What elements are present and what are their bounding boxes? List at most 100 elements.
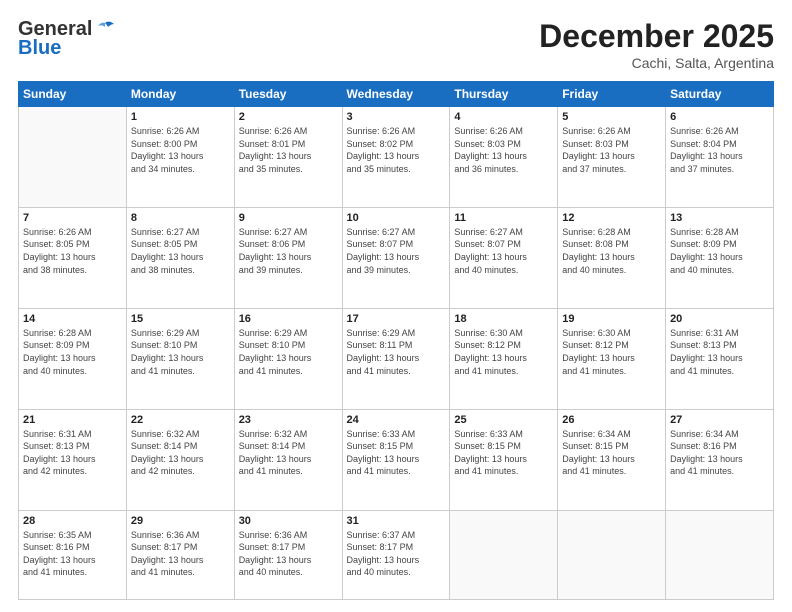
subtitle: Cachi, Salta, Argentina xyxy=(539,55,774,71)
day-info: Sunrise: 6:26 AM Sunset: 8:03 PM Dayligh… xyxy=(454,125,553,175)
day-of-week-header: Friday xyxy=(558,82,666,107)
day-number: 10 xyxy=(347,212,446,224)
calendar-day-cell: 18 Sunrise: 6:30 AM Sunset: 8:12 PM Dayli… xyxy=(450,308,558,409)
calendar-day-cell: 12 Sunrise: 6:28 AM Sunset: 8:08 PM Dayli… xyxy=(558,207,666,308)
day-info: Sunrise: 6:34 AM Sunset: 8:16 PM Dayligh… xyxy=(670,428,769,478)
calendar-day-cell: 3Sunrise: 6:26 AM Sunset: 8:02 PM Daylig… xyxy=(342,107,450,208)
day-number: 28 xyxy=(23,515,122,527)
calendar-day-cell: 15 Sunrise: 6:29 AM Sunset: 8:10 PM Dayli… xyxy=(126,308,234,409)
day-info: Sunrise: 6:36 AM Sunset: 8:17 PM Dayligh… xyxy=(239,529,338,579)
day-info: Sunrise: 6:28 AM Sunset: 8:09 PM Dayligh… xyxy=(23,327,122,377)
day-of-week-header: Thursday xyxy=(450,82,558,107)
calendar-day-cell: 13 Sunrise: 6:28 AM Sunset: 8:09 PM Dayli… xyxy=(666,207,774,308)
day-number: 5 xyxy=(562,111,661,123)
calendar-day-cell: 16 Sunrise: 6:29 AM Sunset: 8:10 PM Dayli… xyxy=(234,308,342,409)
calendar-day-cell: 20Sunrise: 6:31 AM Sunset: 8:13 PM Dayli… xyxy=(666,308,774,409)
calendar-day-cell: 27 Sunrise: 6:34 AM Sunset: 8:16 PM Dayli… xyxy=(666,409,774,510)
calendar-week-row: 21 Sunrise: 6:31 AM Sunset: 8:13 PM Dayli… xyxy=(19,409,774,510)
day-number: 24 xyxy=(347,414,446,426)
calendar-day-cell: 24 Sunrise: 6:33 AM Sunset: 8:15 PM Dayli… xyxy=(342,409,450,510)
title-block: December 2025 Cachi, Salta, Argentina xyxy=(539,18,774,71)
calendar-day-cell: 25 Sunrise: 6:33 AM Sunset: 8:15 PM Dayli… xyxy=(450,409,558,510)
day-info: Sunrise: 6:26 AM Sunset: 8:03 PM Dayligh… xyxy=(562,125,661,175)
calendar-day-cell: 17 Sunrise: 6:29 AM Sunset: 8:11 PM Dayli… xyxy=(342,308,450,409)
calendar-day-cell: 31Sunrise: 6:37 AM Sunset: 8:17 PM Dayli… xyxy=(342,510,450,599)
calendar-day-cell: 6 Sunrise: 6:26 AM Sunset: 8:04 PM Daylig… xyxy=(666,107,774,208)
day-number: 17 xyxy=(347,313,446,325)
day-info: Sunrise: 6:27 AM Sunset: 8:06 PM Dayligh… xyxy=(239,226,338,276)
day-number: 23 xyxy=(239,414,338,426)
day-info: Sunrise: 6:26 AM Sunset: 8:04 PM Dayligh… xyxy=(670,125,769,175)
calendar-day-cell: 4 Sunrise: 6:26 AM Sunset: 8:03 PM Daylig… xyxy=(450,107,558,208)
day-info: Sunrise: 6:33 AM Sunset: 8:15 PM Dayligh… xyxy=(347,428,446,478)
day-number: 9 xyxy=(239,212,338,224)
calendar-day-cell: 29Sunrise: 6:36 AM Sunset: 8:17 PM Dayli… xyxy=(126,510,234,599)
day-info: Sunrise: 6:29 AM Sunset: 8:10 PM Dayligh… xyxy=(239,327,338,377)
day-info: Sunrise: 6:28 AM Sunset: 8:09 PM Dayligh… xyxy=(670,226,769,276)
calendar-day-cell: 19 Sunrise: 6:30 AM Sunset: 8:12 PM Dayli… xyxy=(558,308,666,409)
day-number: 26 xyxy=(562,414,661,426)
calendar-day-cell: 9 Sunrise: 6:27 AM Sunset: 8:06 PM Daylig… xyxy=(234,207,342,308)
day-of-week-header: Monday xyxy=(126,82,234,107)
day-number: 1 xyxy=(131,111,230,123)
day-info: Sunrise: 6:27 AM Sunset: 8:07 PM Dayligh… xyxy=(347,226,446,276)
calendar-day-cell xyxy=(666,510,774,599)
day-info: Sunrise: 6:32 AM Sunset: 8:14 PM Dayligh… xyxy=(239,428,338,478)
day-number: 27 xyxy=(670,414,769,426)
day-info: Sunrise: 6:30 AM Sunset: 8:12 PM Dayligh… xyxy=(454,327,553,377)
day-number: 11 xyxy=(454,212,553,224)
calendar-day-cell: 7Sunrise: 6:26 AM Sunset: 8:05 PM Daylig… xyxy=(19,207,127,308)
day-info: Sunrise: 6:26 AM Sunset: 8:00 PM Dayligh… xyxy=(131,125,230,175)
logo-blue: Blue xyxy=(18,37,61,60)
day-number: 25 xyxy=(454,414,553,426)
day-info: Sunrise: 6:28 AM Sunset: 8:08 PM Dayligh… xyxy=(562,226,661,276)
calendar-day-cell: 10 Sunrise: 6:27 AM Sunset: 8:07 PM Dayli… xyxy=(342,207,450,308)
day-number: 8 xyxy=(131,212,230,224)
day-info: Sunrise: 6:31 AM Sunset: 8:13 PM Dayligh… xyxy=(23,428,122,478)
calendar-day-cell: 21 Sunrise: 6:31 AM Sunset: 8:13 PM Dayli… xyxy=(19,409,127,510)
page: General Blue December 2025 Cachi, Salta,… xyxy=(0,0,792,612)
calendar-day-cell xyxy=(450,510,558,599)
day-of-week-header: Wednesday xyxy=(342,82,450,107)
day-number: 6 xyxy=(670,111,769,123)
day-info: Sunrise: 6:29 AM Sunset: 8:11 PM Dayligh… xyxy=(347,327,446,377)
day-of-week-header: Saturday xyxy=(666,82,774,107)
calendar-week-row: 28Sunrise: 6:35 AM Sunset: 8:16 PM Dayli… xyxy=(19,510,774,599)
day-info: Sunrise: 6:30 AM Sunset: 8:12 PM Dayligh… xyxy=(562,327,661,377)
day-number: 18 xyxy=(454,313,553,325)
day-number: 13 xyxy=(670,212,769,224)
day-number: 16 xyxy=(239,313,338,325)
calendar-day-cell: 28Sunrise: 6:35 AM Sunset: 8:16 PM Dayli… xyxy=(19,510,127,599)
logo: General Blue xyxy=(18,18,116,60)
calendar-day-cell: 30 Sunrise: 6:36 AM Sunset: 8:17 PM Dayli… xyxy=(234,510,342,599)
calendar-day-cell: 5 Sunrise: 6:26 AM Sunset: 8:03 PM Daylig… xyxy=(558,107,666,208)
calendar-day-cell: 22 Sunrise: 6:32 AM Sunset: 8:14 PM Dayli… xyxy=(126,409,234,510)
main-title: December 2025 xyxy=(539,18,774,55)
day-info: Sunrise: 6:37 AM Sunset: 8:17 PM Dayligh… xyxy=(347,529,446,579)
day-info: Sunrise: 6:27 AM Sunset: 8:05 PM Dayligh… xyxy=(131,226,230,276)
day-number: 22 xyxy=(131,414,230,426)
calendar-table: SundayMondayTuesdayWednesdayThursdayFrid… xyxy=(18,81,774,600)
day-number: 14 xyxy=(23,313,122,325)
day-info: Sunrise: 6:29 AM Sunset: 8:10 PM Dayligh… xyxy=(131,327,230,377)
day-number: 15 xyxy=(131,313,230,325)
day-info: Sunrise: 6:32 AM Sunset: 8:14 PM Dayligh… xyxy=(131,428,230,478)
day-info: Sunrise: 6:26 AM Sunset: 8:05 PM Dayligh… xyxy=(23,226,122,276)
day-number: 21 xyxy=(23,414,122,426)
calendar-day-cell: 11 Sunrise: 6:27 AM Sunset: 8:07 PM Dayli… xyxy=(450,207,558,308)
calendar-day-cell: 26 Sunrise: 6:34 AM Sunset: 8:15 PM Dayli… xyxy=(558,409,666,510)
day-info: Sunrise: 6:36 AM Sunset: 8:17 PM Dayligh… xyxy=(131,529,230,579)
day-info: Sunrise: 6:33 AM Sunset: 8:15 PM Dayligh… xyxy=(454,428,553,478)
day-number: 4 xyxy=(454,111,553,123)
calendar-day-cell: 23 Sunrise: 6:32 AM Sunset: 8:14 PM Dayli… xyxy=(234,409,342,510)
day-info: Sunrise: 6:27 AM Sunset: 8:07 PM Dayligh… xyxy=(454,226,553,276)
calendar-day-cell: 14 Sunrise: 6:28 AM Sunset: 8:09 PM Dayli… xyxy=(19,308,127,409)
calendar-day-cell: 8 Sunrise: 6:27 AM Sunset: 8:05 PM Daylig… xyxy=(126,207,234,308)
day-number: 30 xyxy=(239,515,338,527)
calendar-week-row: 1 Sunrise: 6:26 AM Sunset: 8:00 PM Daylig… xyxy=(19,107,774,208)
day-info: Sunrise: 6:26 AM Sunset: 8:01 PM Dayligh… xyxy=(239,125,338,175)
day-number: 12 xyxy=(562,212,661,224)
calendar-week-row: 7Sunrise: 6:26 AM Sunset: 8:05 PM Daylig… xyxy=(19,207,774,308)
day-info: Sunrise: 6:34 AM Sunset: 8:15 PM Dayligh… xyxy=(562,428,661,478)
day-number: 19 xyxy=(562,313,661,325)
